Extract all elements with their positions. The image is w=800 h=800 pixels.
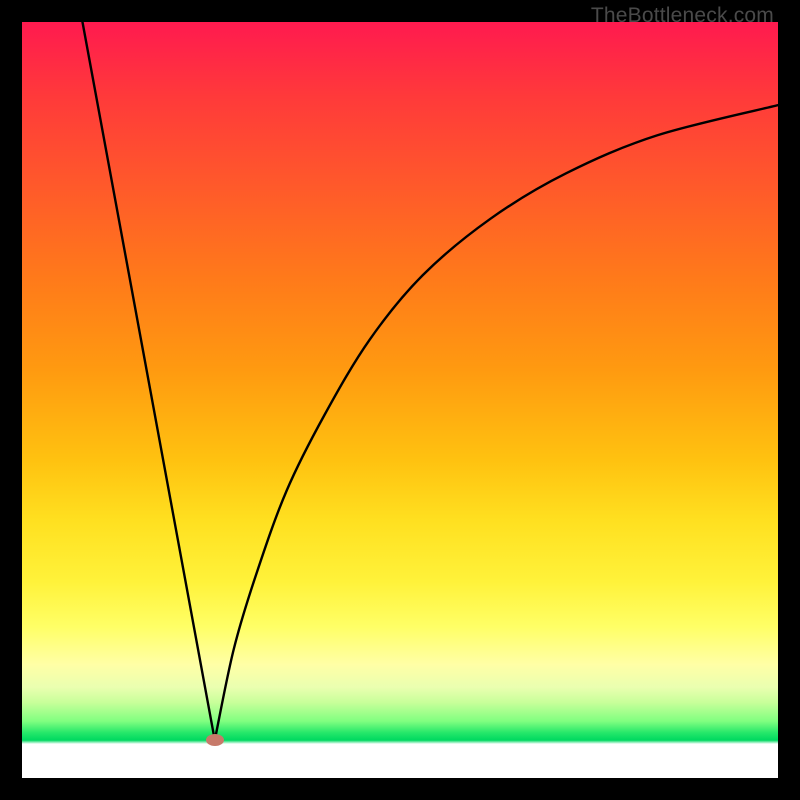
chart-frame: TheBottleneck.com [0,0,800,800]
chart-curve-svg [22,22,778,778]
curve-left [82,22,214,740]
minimum-marker [206,734,224,746]
watermark-text: TheBottleneck.com [591,4,774,28]
curve-right [215,105,778,740]
